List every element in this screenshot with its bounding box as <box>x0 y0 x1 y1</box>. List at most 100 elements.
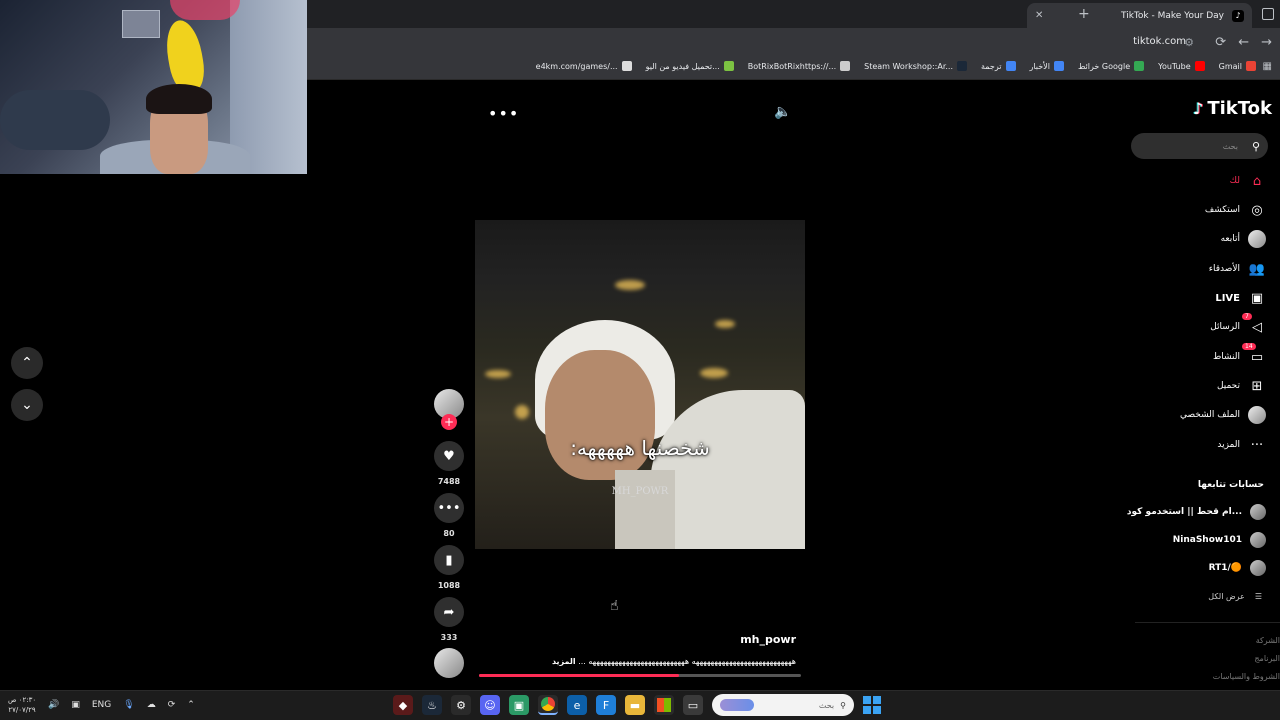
account-avatar <box>1250 560 1266 576</box>
friends-icon: 👥 <box>1248 261 1266 277</box>
url-field[interactable]: tiktok.com <box>1133 36 1186 47</box>
heart-icon[interactable]: ♥ <box>434 441 464 471</box>
windows-start-icon[interactable] <box>863 696 881 714</box>
chevron-up-tray-icon[interactable]: ⌃ <box>187 700 195 710</box>
video-player[interactable]: شخصنها هههههه: MH_POWR <box>475 220 805 549</box>
follow-plus-button[interactable]: + <box>441 414 457 430</box>
back-icon[interactable]: → <box>1261 35 1272 50</box>
language-indicator[interactable]: ENG <box>92 700 111 710</box>
sidebar-item-7[interactable]: تحميل ⊞ <box>1217 377 1266 395</box>
share-action[interactable]: ➦ 333 <box>433 597 465 642</box>
file-explorer-icon[interactable]: ▬ <box>625 695 645 715</box>
footer-link[interactable]: البرنامج <box>1213 650 1280 668</box>
sound-avatar-action[interactable] <box>433 648 465 678</box>
xbox-app-icon[interactable]: ▣ <box>509 695 529 715</box>
chevron-up-icon: ⌃ <box>21 355 33 371</box>
bookmark-item[interactable]: تحميل فيديو من اليو... <box>646 61 734 71</box>
bookmark-item[interactable]: YouTube <box>1158 61 1205 71</box>
sidebar-item-label: تحميل <box>1216 381 1240 391</box>
sidebar-item-3[interactable]: الأصدقاء 👥 <box>1209 260 1266 278</box>
network-tray-icon[interactable]: ▣ <box>71 700 80 710</box>
volume-tray-icon[interactable]: 🔊 <box>48 700 59 710</box>
nav-buttons: ⟳ ← → <box>1215 35 1272 50</box>
taskbar-search[interactable]: بحث ⚲ <box>712 694 854 716</box>
mouse-cursor-icon: ☝ <box>610 598 619 614</box>
chrome-icon[interactable] <box>538 695 558 715</box>
share-icon[interactable]: ➦ <box>434 597 464 627</box>
clock[interactable]: ٠٢:٣٠ ص ٢٧/٠٧/٢٩ <box>8 695 36 715</box>
like-action[interactable]: ♥ 7488 <box>433 441 465 486</box>
sidebar-item-6[interactable]: النشاط ▭ 14 <box>1213 343 1266 366</box>
see-all-link[interactable]: عرض الكل ☰ <box>1208 592 1262 601</box>
sidebar-item-5[interactable]: الرسائل ◁ 7 <box>1210 313 1266 336</box>
task-view-icon[interactable]: ▭ <box>683 695 703 715</box>
tab-tiktok[interactable]: ✕ TikTok - Make Your Day ♪ <box>1027 3 1252 28</box>
sidebar-item-0[interactable]: لك ⌂ <box>1230 172 1266 190</box>
tab-close-icon[interactable]: ✕ <box>1035 10 1043 21</box>
description-more-link[interactable]: المزيد <box>552 657 576 666</box>
webcam-pillow <box>0 90 110 150</box>
next-video-button[interactable]: ⌄ <box>11 389 43 421</box>
forward-icon[interactable]: ← <box>1238 35 1249 50</box>
volume-icon[interactable]: 🔈 <box>774 104 791 120</box>
search-icon[interactable]: ⚲ <box>1252 140 1260 153</box>
video-bg-light <box>700 368 728 378</box>
sidebar-item-9[interactable]: المزيد ··· <box>1217 436 1266 454</box>
bookmark-item[interactable]: Steam Workshop::Ar... <box>864 61 967 71</box>
previous-video-button[interactable]: ⌃ <box>11 347 43 379</box>
search-box[interactable]: بحث ⚲ <box>1131 133 1268 159</box>
save-action[interactable]: ▮ 1088 <box>433 545 465 590</box>
video-more-options-icon[interactable]: ••• <box>488 104 519 123</box>
bookmark-item[interactable]: خرائط Google <box>1078 61 1145 71</box>
word-icon[interactable]: F <box>596 695 616 715</box>
bookmark-label: BotRixBotRixhttps://... <box>747 61 837 71</box>
comment-icon[interactable]: ••• <box>434 493 464 523</box>
video-person-thobe <box>615 470 675 549</box>
bookmark-item[interactable]: ترجمة <box>981 61 1016 71</box>
sidebar-item-4[interactable]: LIVE ▣ <box>1215 289 1266 307</box>
sync-tray-icon[interactable]: ⟳ <box>168 700 176 710</box>
bookmark-item[interactable]: Gmail <box>1219 61 1256 71</box>
sidebar-item-1[interactable]: استكشف ◎ <box>1205 201 1266 219</box>
steam-icon[interactable]: ♨ <box>422 695 442 715</box>
store-icon[interactable] <box>654 695 674 715</box>
notification-badge: 14 <box>1242 343 1256 350</box>
bookmark-label: Steam Workshop::Ar... <box>864 61 953 71</box>
settings-icon[interactable]: ⚙ <box>451 695 471 715</box>
comment-count: 80 <box>443 529 455 538</box>
webcam-person-hair <box>146 84 212 114</box>
edge-icon[interactable]: e <box>567 695 587 715</box>
sidebar-item-8[interactable]: الملف الشخصي <box>1180 406 1266 424</box>
bookmark-item[interactable]: e4km.com/games/... <box>536 61 632 71</box>
bookmark-item[interactable]: الأخبار <box>1030 61 1064 71</box>
game-app-icon[interactable]: ◆ <box>393 695 413 715</box>
cloud-tray-icon[interactable]: ☁ <box>147 700 156 710</box>
bookmark-item[interactable]: BotRixBotRixhttps://... <box>747 61 851 71</box>
reload-icon[interactable]: ⟳ <box>1215 35 1226 50</box>
upload-icon: ⊞ <box>1251 378 1263 394</box>
new-tab-button[interactable]: + <box>1078 6 1090 22</box>
tiktok-logo[interactable]: ♪ TikTok <box>1193 98 1272 119</box>
video-username[interactable]: mh_powr <box>700 633 796 646</box>
sound-disc-avatar[interactable] <box>434 648 464 678</box>
apps-grid-icon[interactable]: ▦ <box>1263 61 1272 72</box>
video-progress-bar[interactable] <box>479 674 801 677</box>
tab-search-icon[interactable] <box>1262 8 1274 20</box>
sidebar-item-2[interactable]: أتابعه <box>1221 230 1266 248</box>
microphone-tray-icon[interactable]: 🎙 <box>123 700 134 710</box>
bookmark-list: Gmail YouTube خرائط Google الأخبار ترجمة Stea… <box>536 61 1256 71</box>
discord-icon[interactable]: ☺ <box>480 695 500 715</box>
following-account[interactable]: NinaShow101 <box>1173 532 1266 548</box>
bookmark-icon[interactable]: ▮ <box>434 545 464 575</box>
search-input[interactable]: بحث <box>1223 142 1238 151</box>
messages-icon: ◁ 7 <box>1242 313 1266 336</box>
bookmark-favicon-icon <box>1246 61 1256 71</box>
footer-link[interactable]: الشروط والسياسات <box>1213 668 1280 686</box>
following-account[interactable]: ام قحط || استخدمو كود... <box>1127 504 1266 520</box>
footer-link[interactable]: الشركة <box>1213 632 1280 650</box>
webcam-poster <box>122 10 160 38</box>
comment-action[interactable]: ••• 80 <box>433 493 465 538</box>
following-account[interactable]: RT1/🟠 <box>1209 560 1266 576</box>
sidebar-item-label: LIVE <box>1215 292 1240 304</box>
webcam-banana-plush <box>162 17 208 95</box>
